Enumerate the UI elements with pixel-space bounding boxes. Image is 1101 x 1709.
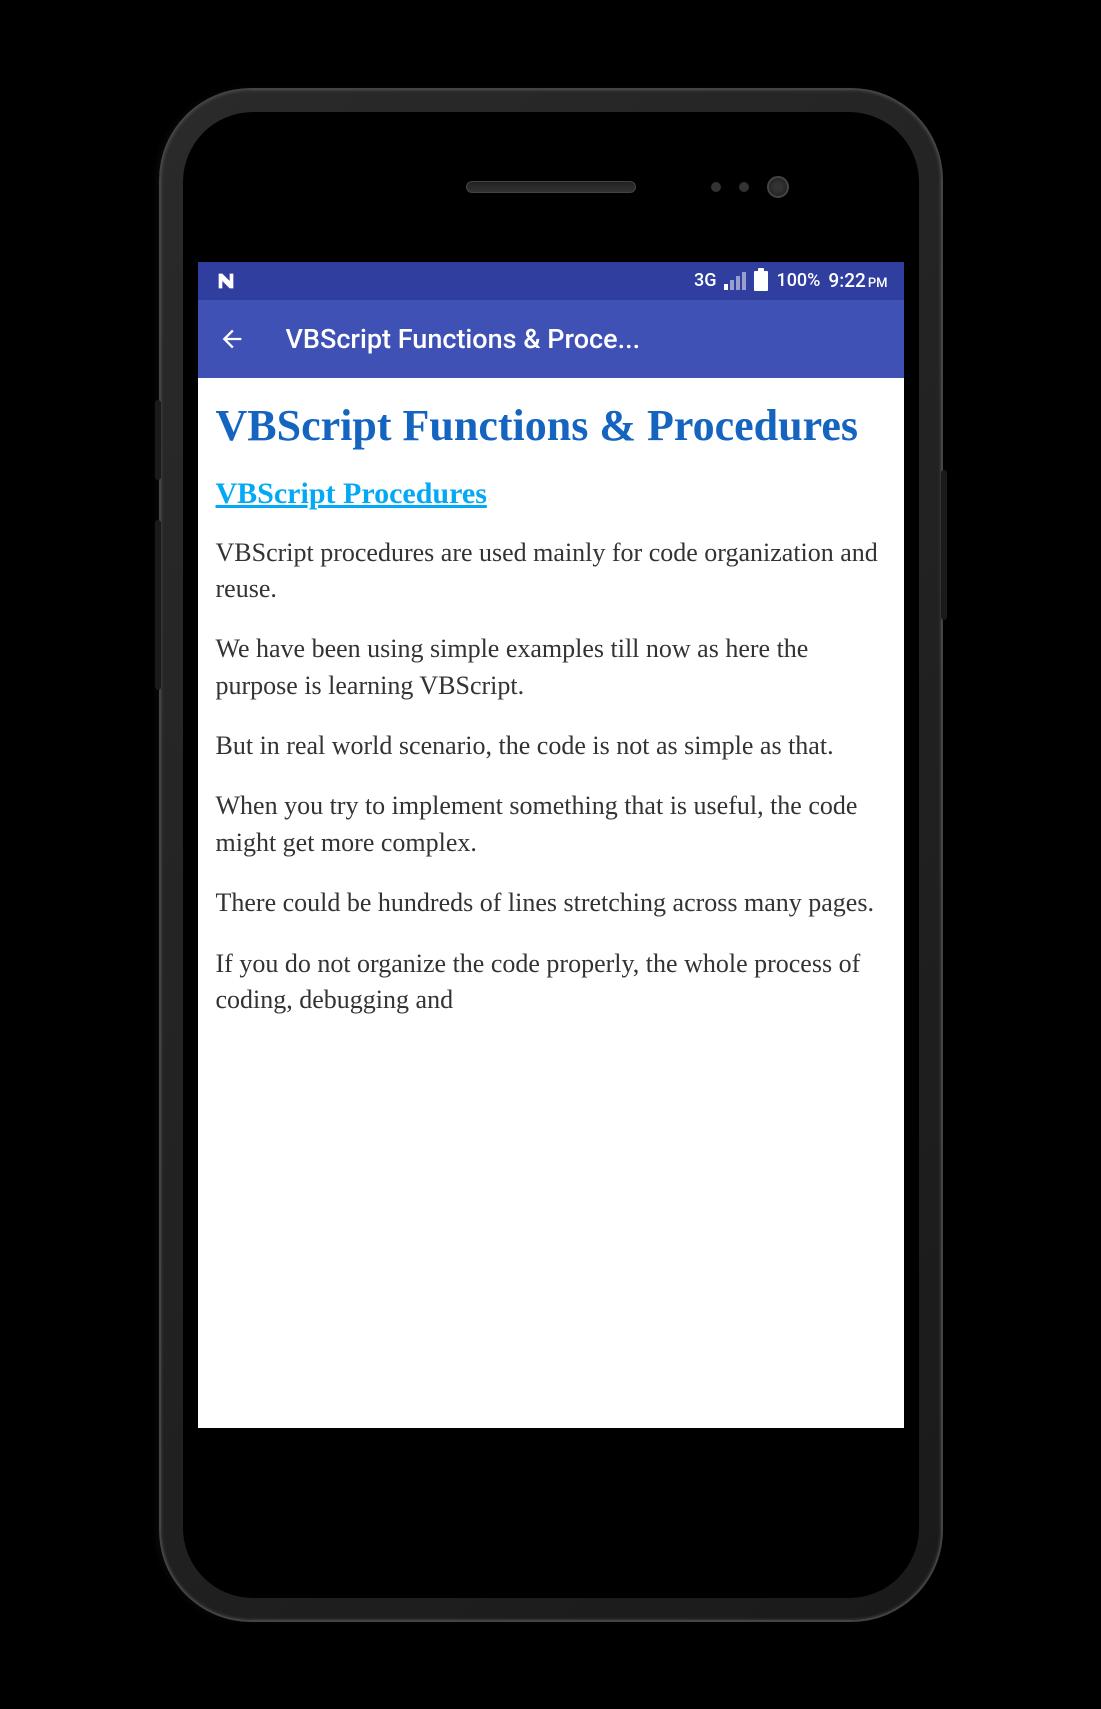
volume-up-button <box>155 400 161 480</box>
status-bar-right: 3G 100% 9:22PM <box>694 269 888 292</box>
light-sensor <box>739 182 749 192</box>
power-button <box>941 470 947 620</box>
status-bar[interactable]: 3G 100% 9:22PM <box>198 262 904 300</box>
network-type: 3G <box>694 270 717 291</box>
app-bar: VBScript Functions & Proce... <box>198 300 904 378</box>
phone-top-bezel <box>183 112 919 262</box>
phone-screen: 3G 100% 9:22PM <box>198 262 904 1428</box>
phone-frame: 3G 100% 9:22PM <box>161 90 941 1620</box>
paragraph-4: When you try to implement something that… <box>216 788 886 861</box>
phone-sensors <box>711 176 789 198</box>
android-n-icon <box>214 269 238 293</box>
paragraph-2: We have been using simple examples till … <box>216 631 886 704</box>
phone-bottom-bezel <box>183 1428 919 1598</box>
time-value: 9:22 <box>828 269 865 292</box>
time-period: PM <box>868 276 888 291</box>
status-time: 9:22PM <box>828 269 887 292</box>
back-button[interactable] <box>218 325 246 353</box>
signal-icon <box>724 272 746 290</box>
status-bar-left <box>214 269 238 293</box>
battery-percent: 100% <box>776 270 820 291</box>
section-heading[interactable]: VBScript Procedures <box>216 477 886 511</box>
proximity-sensor <box>711 182 721 192</box>
content-area[interactable]: VBScript Functions & Procedures VBScript… <box>198 378 904 1428</box>
paragraph-6: If you do not organize the code properly… <box>216 946 886 1019</box>
phone-speaker <box>466 181 636 193</box>
volume-down-button <box>155 520 161 690</box>
paragraph-3: But in real world scenario, the code is … <box>216 728 886 764</box>
paragraph-1: VBScript procedures are used mainly for … <box>216 535 886 608</box>
front-camera <box>767 176 789 198</box>
paragraph-5: There could be hundreds of lines stretch… <box>216 885 886 921</box>
app-bar-title: VBScript Functions & Proce... <box>286 323 884 355</box>
battery-icon <box>754 271 768 291</box>
page-title: VBScript Functions & Procedures <box>216 398 886 453</box>
phone-body: 3G 100% 9:22PM <box>183 112 919 1598</box>
